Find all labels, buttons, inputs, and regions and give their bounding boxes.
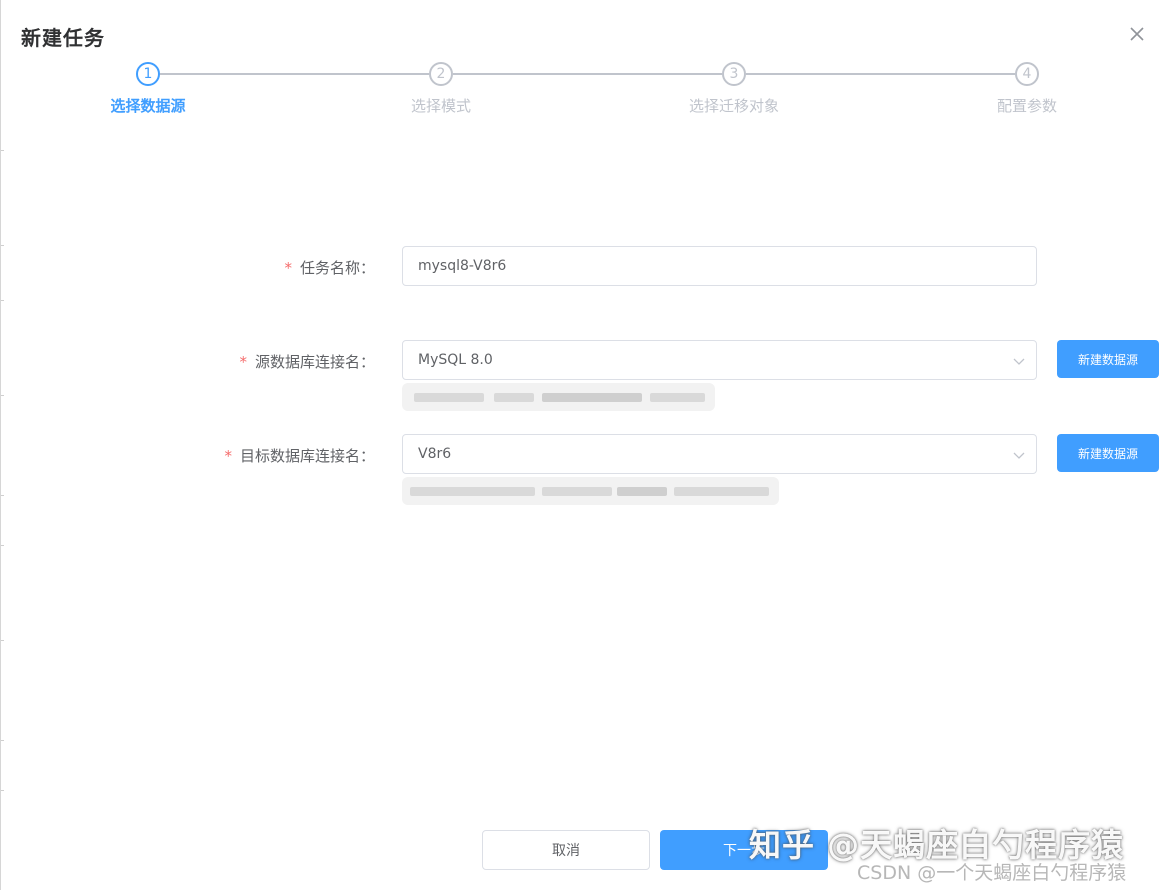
required-mark: *	[224, 447, 232, 465]
target-connection-value: V8r6	[418, 446, 452, 462]
source-connection-value: MySQL 8.0	[418, 352, 493, 368]
step-3-icon: 3	[722, 62, 746, 86]
new-source-datasource-button[interactable]: 新建数据源	[1057, 340, 1159, 378]
step-connector	[746, 73, 1015, 75]
required-mark: *	[284, 259, 292, 277]
task-name-label: * 任务名称：	[284, 259, 375, 277]
csdn-watermark: CSDN @一个天蝎座白勺程序猿	[857, 862, 1127, 884]
step-connector	[160, 73, 429, 75]
step-1-icon: 1	[136, 62, 160, 86]
step-progress: 1 2 3 4 选择数据源 选择模式 选择迁移对象 配置参数	[1, 0, 1170, 130]
step-4-label: 配置参数	[996, 97, 1058, 115]
target-connection-select[interactable]: V8r6	[402, 434, 1037, 474]
source-connection-detail-blurred	[402, 383, 715, 411]
task-name-input[interactable]: mysql8-V8r6	[402, 246, 1037, 286]
required-mark: *	[239, 353, 247, 371]
target-connection-label: * 目标数据库连接名：	[224, 447, 375, 465]
source-connection-select[interactable]: MySQL 8.0	[402, 340, 1037, 380]
step-2-label: 选择模式	[410, 97, 472, 115]
new-task-dialog: 新建任务 1 2 3 4 选择数据源 选择模式 选择迁移对象 配置参数 * 任务名…	[0, 0, 1170, 890]
step-4-icon: 4	[1015, 62, 1039, 86]
task-name-value: mysql8-V8r6	[418, 258, 507, 274]
chevron-down-icon	[1013, 452, 1025, 459]
step-connector	[453, 73, 722, 75]
step-1-label: 选择数据源	[110, 97, 186, 115]
step-2-icon: 2	[429, 62, 453, 86]
cancel-button[interactable]: 取消	[482, 830, 650, 870]
new-target-datasource-button[interactable]: 新建数据源	[1057, 434, 1159, 472]
chevron-down-icon	[1013, 358, 1025, 365]
source-connection-label: * 源数据库连接名：	[239, 353, 375, 371]
left-border-ticks	[1, 0, 4, 890]
target-connection-detail-blurred	[402, 477, 779, 505]
step-3-label: 选择迁移对象	[688, 97, 780, 115]
